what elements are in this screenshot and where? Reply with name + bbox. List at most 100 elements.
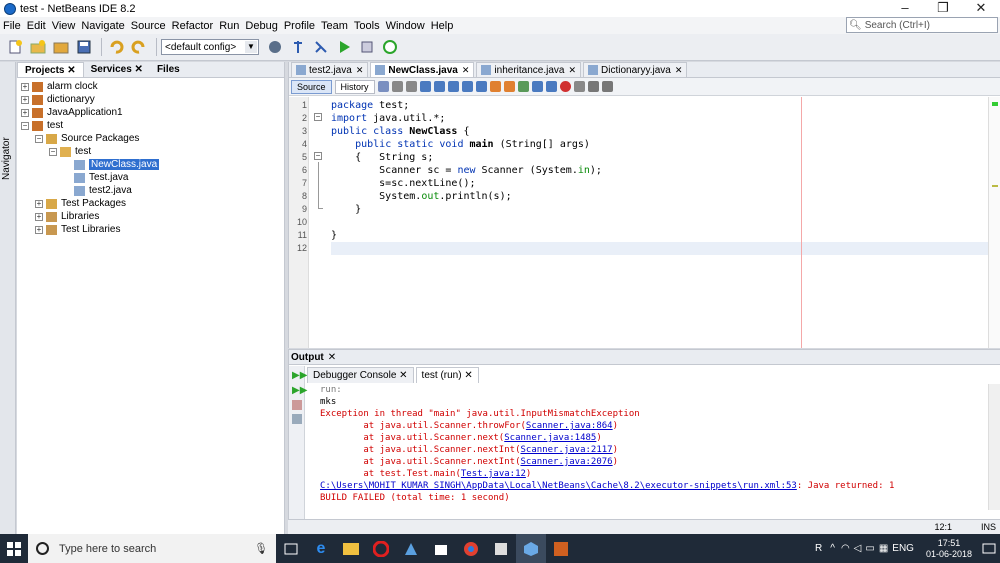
expand-icon[interactable]: + xyxy=(35,199,43,208)
editor-tool-icon[interactable] xyxy=(419,81,431,92)
expand-icon[interactable]: + xyxy=(21,95,29,104)
microphone-icon[interactable]: 🎙︎ xyxy=(254,542,268,555)
output-title[interactable]: Output xyxy=(291,352,324,363)
fold-toggle-icon[interactable]: − xyxy=(314,152,322,160)
tree-item[interactable]: Test.java xyxy=(17,171,284,184)
editor-tab[interactable]: Dictionaryy.java ✕ xyxy=(583,62,688,77)
windows-start-icon[interactable] xyxy=(0,534,28,563)
menu-refactor[interactable]: Refactor xyxy=(172,20,214,32)
menu-team[interactable]: Team xyxy=(321,20,348,32)
mode-history-button[interactable]: History xyxy=(334,79,375,94)
chevron-up-icon[interactable]: ^ xyxy=(830,543,835,554)
editor-tab[interactable]: NewClass.java ✕ xyxy=(370,62,475,77)
editor-tool-icon[interactable] xyxy=(517,81,529,92)
debug-icon[interactable] xyxy=(357,38,377,56)
stack-trace-link[interactable]: Test.java:12 xyxy=(461,469,526,479)
stack-trace-link[interactable]: Scanner.java:2117 xyxy=(520,445,612,455)
rerun-debug-icon[interactable]: ▶▶ xyxy=(292,385,307,396)
close-icon[interactable]: ✕ xyxy=(328,352,336,363)
fold-toggle-icon[interactable]: − xyxy=(314,113,322,121)
expand-icon[interactable]: + xyxy=(21,108,29,117)
people-icon[interactable]: R xyxy=(815,543,822,554)
editor-tool-icon[interactable] xyxy=(503,81,515,92)
tree-item[interactable]: − test xyxy=(17,145,284,158)
collapse-icon[interactable]: − xyxy=(21,121,29,130)
chrome-icon[interactable] xyxy=(456,534,486,563)
tree-item[interactable]: test2.java xyxy=(17,184,284,197)
editor-tool-icon[interactable] xyxy=(475,81,487,92)
globe-icon[interactable] xyxy=(265,38,285,56)
stack-trace-link[interactable]: Scanner.java:2076 xyxy=(520,457,612,467)
taskbar-search[interactable]: Type here to search 🎙︎ xyxy=(28,534,276,563)
tree-item[interactable]: + alarm clock xyxy=(17,80,284,93)
open-project-icon[interactable] xyxy=(51,38,71,56)
menu-view[interactable]: View xyxy=(52,20,76,32)
editor-tool-icon[interactable] xyxy=(447,81,459,92)
rerun-icon[interactable]: ▶▶ xyxy=(292,370,307,381)
expand-icon[interactable]: + xyxy=(35,212,43,221)
editor-tool-icon[interactable] xyxy=(433,81,445,92)
minimize-button[interactable]: – xyxy=(886,0,924,17)
build-icon[interactable] xyxy=(311,38,331,56)
expand-icon[interactable]: + xyxy=(21,82,29,91)
search-input[interactable]: 🔍︎ Search (Ctrl+I) xyxy=(846,17,998,33)
settings-icon[interactable] xyxy=(292,414,302,424)
game-icon[interactable] xyxy=(546,534,576,563)
language-indicator[interactable]: ENG xyxy=(892,543,914,554)
menu-profile[interactable]: Profile xyxy=(284,20,315,32)
editor-tool-icon[interactable] xyxy=(405,81,417,92)
menu-source[interactable]: Source xyxy=(131,20,166,32)
menu-window[interactable]: Window xyxy=(386,20,425,32)
editor-tool-icon[interactable] xyxy=(587,81,599,92)
editor-tool-icon[interactable] xyxy=(545,81,557,92)
close-icon[interactable]: ✕ xyxy=(462,65,470,76)
mode-source-button[interactable]: Source xyxy=(291,79,332,94)
tree-item[interactable]: + Libraries xyxy=(17,210,284,223)
netbeans-active-icon[interactable] xyxy=(516,534,546,563)
close-button[interactable]: ✕ xyxy=(962,0,1000,17)
close-icon[interactable]: ✕ xyxy=(675,65,683,76)
tree-item[interactable]: + Test Libraries xyxy=(17,223,284,236)
output-tab[interactable]: Debugger Console ✕ xyxy=(307,367,414,383)
output-tab[interactable]: test (run) ✕ xyxy=(415,367,479,383)
editor-tab[interactable]: test2.java ✕ xyxy=(291,62,369,77)
tree-item[interactable]: NewClass.java xyxy=(17,158,284,171)
run-icon[interactable] xyxy=(334,38,354,56)
stack-trace-link[interactable]: Scanner.java:864 xyxy=(526,421,613,431)
edge-icon[interactable]: e xyxy=(306,534,336,563)
tree-item[interactable]: − Source Packages xyxy=(17,132,284,145)
navigator-strip[interactable]: Navigator xyxy=(0,62,16,534)
tab-services[interactable]: Services ✕ xyxy=(84,62,150,77)
opera-icon[interactable] xyxy=(366,534,396,563)
stop-icon[interactable] xyxy=(292,400,302,410)
tab-files[interactable]: Files xyxy=(150,62,187,77)
tree-item[interactable]: + dictionaryy xyxy=(17,93,284,106)
editor-tool-icon[interactable] xyxy=(461,81,473,92)
editor-tool-icon[interactable] xyxy=(377,81,389,92)
code-area[interactable]: package test; import java.util.*; public c… xyxy=(331,97,991,348)
editor-tool-icon[interactable] xyxy=(391,81,403,92)
tree-item[interactable]: + Test Packages xyxy=(17,197,284,210)
menu-edit[interactable]: Edit xyxy=(27,20,46,32)
netbeans-taskbar-icon[interactable] xyxy=(396,534,426,563)
menu-run[interactable]: Run xyxy=(219,20,239,32)
network-icon[interactable]: ◠ xyxy=(841,543,850,554)
new-file-icon[interactable] xyxy=(5,38,25,56)
output-scrollbar[interactable] xyxy=(988,384,1000,510)
save-all-icon[interactable] xyxy=(74,38,94,56)
keyboard-icon[interactable]: ▦ xyxy=(879,543,888,554)
editor-tool-icon[interactable] xyxy=(573,81,585,92)
editor-tool-icon[interactable] xyxy=(489,81,501,92)
notifications-icon[interactable] xyxy=(978,534,1000,563)
store-icon[interactable] xyxy=(426,534,456,563)
file-explorer-icon[interactable] xyxy=(336,534,366,563)
menu-help[interactable]: Help xyxy=(431,20,454,32)
menu-file[interactable]: File xyxy=(3,20,21,32)
maximize-button[interactable]: ❐ xyxy=(924,0,962,17)
menu-navigate[interactable]: Navigate xyxy=(81,20,124,32)
battery-icon[interactable]: ▭ xyxy=(865,543,874,554)
task-view-icon[interactable] xyxy=(276,534,306,563)
editor-tool-icon[interactable] xyxy=(601,81,613,92)
collapse-icon[interactable]: − xyxy=(35,134,43,143)
tab-projects[interactable]: Projects ✕ xyxy=(17,62,84,77)
